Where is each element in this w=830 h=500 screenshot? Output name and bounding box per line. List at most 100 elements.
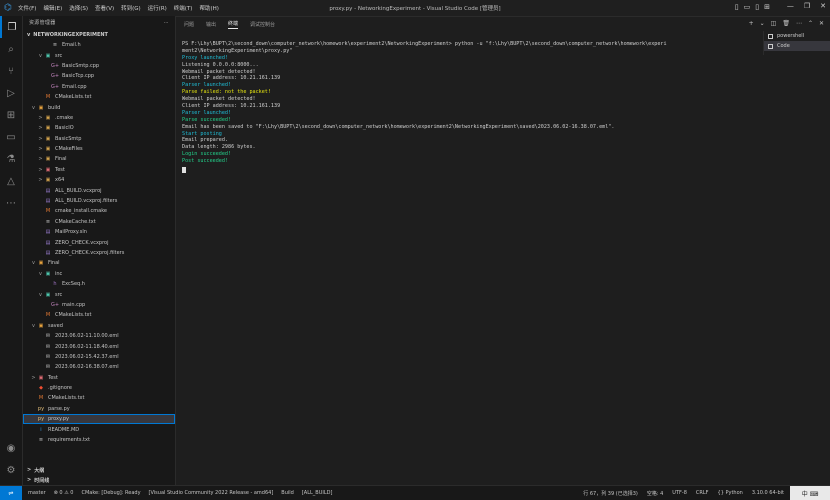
tree-item[interactable]: v ▣ Final <box>23 258 175 268</box>
tree-item[interactable]: ✉ 2023.06.02-16.38.07.eml <box>23 362 175 372</box>
tree-item[interactable]: > ▣ CMakeFiles <box>23 144 175 154</box>
tree-item[interactable]: ✉ 2023.06.02-11.10.00.eml <box>23 331 175 341</box>
tree-item[interactable]: ▤ ZERO_CHECK.vcxproj <box>23 237 175 247</box>
language-mode[interactable]: {} Python <box>718 490 743 497</box>
minimize-icon[interactable]: — <box>787 2 794 10</box>
manage-gear-icon[interactable]: ⚙ <box>0 459 22 481</box>
tree-item[interactable]: py proxy.py <box>23 414 175 425</box>
tree-item[interactable]: ≡ requirements.txt <box>23 435 175 445</box>
timeline-section[interactable]: > 时间线 <box>23 475 179 485</box>
terminal-output[interactable]: PS F:\Lhy\BUPT\2\second_down\computer_ne… <box>182 41 749 174</box>
remote-explorer-icon[interactable]: ▭ <box>0 126 22 148</box>
explorer-icon[interactable]: ❐ <box>0 16 22 38</box>
maximize-panel-icon[interactable]: ⌃ <box>808 20 813 27</box>
remote-indicator-icon[interactable]: ⇌ <box>0 486 22 500</box>
tree-item-label: main.cpp <box>62 301 86 308</box>
tree-item[interactable]: ▤ MailProxy.sln <box>23 227 175 237</box>
trash-icon[interactable]: 🗑 <box>782 20 790 27</box>
chevron-down-icon[interactable]: ⌄ <box>760 20 765 27</box>
tree-item[interactable]: v ▣ build <box>23 102 175 112</box>
tree-item[interactable]: > ▣ .cmake <box>23 113 175 123</box>
tree-item[interactable]: > ▣ Test <box>23 165 175 175</box>
line-ending[interactable]: CRLF <box>696 490 709 497</box>
encoding[interactable]: UTF-8 <box>672 490 687 497</box>
menu-terminal[interactable]: 终端(T) <box>174 4 193 12</box>
tab-terminal[interactable]: 终端 <box>228 20 239 29</box>
toggle-panel-icon[interactable]: ▭ <box>744 3 751 11</box>
menu-selection[interactable]: 选择(S) <box>69 4 88 12</box>
tree-item[interactable]: ▤ ZERO_CHECK.vcxproj.filters <box>23 248 175 258</box>
source-control-icon[interactable]: ⑂ <box>0 60 22 82</box>
menu-go[interactable]: 转到(G) <box>121 4 141 12</box>
testing-icon[interactable]: ⚗ <box>0 148 22 170</box>
close-panel-icon[interactable]: ✕ <box>819 20 824 27</box>
menu-view[interactable]: 查看(V) <box>95 4 114 12</box>
git-branch[interactable]: master <box>28 490 46 496</box>
cmake-icon[interactable]: △ <box>0 170 22 192</box>
tree-item[interactable]: > ▣ BasicSmtp <box>23 134 175 144</box>
tree-item[interactable]: v ▣ src <box>23 289 175 299</box>
terminal-item-code[interactable]: Code <box>764 41 830 51</box>
outline-section[interactable]: > 大纲 <box>23 465 179 475</box>
menu-help[interactable]: 帮助(H) <box>199 4 218 12</box>
tree-item[interactable]: G+ BasicSmtp.cpp <box>23 61 175 71</box>
terminal-item-powershell[interactable]: powershell <box>764 31 830 41</box>
tree-item[interactable]: G+ Email.cpp <box>23 82 175 92</box>
cmake-kit[interactable]: [Visual Studio Community 2022 Release - … <box>149 490 274 496</box>
cursor-position[interactable]: 行 67，列 39 (已选择3) <box>583 490 638 497</box>
extensions-icon[interactable]: ⊞ <box>0 104 22 126</box>
more-views-icon[interactable]: ⋯ <box>0 192 22 214</box>
tree-item[interactable]: > ▣ BasicIO <box>23 123 175 133</box>
tab-problems[interactable]: 问题 <box>184 21 194 28</box>
run-debug-icon[interactable]: ▷ <box>0 82 22 104</box>
tree-item[interactable]: ✉ 2023.06.02-11.18.40.eml <box>23 341 175 351</box>
more-actions-icon[interactable]: ⋯ <box>796 20 802 27</box>
tree-item[interactable]: M CMakeLists.txt <box>23 92 175 102</box>
ime-indicator[interactable]: 中 ⌨ <box>790 486 830 500</box>
tree-item[interactable]: ◆ .gitignore <box>23 383 175 393</box>
tree-item[interactable]: G+ BasicTcp.cpp <box>23 71 175 81</box>
toggle-sidebar-icon[interactable]: ▯ <box>735 3 739 11</box>
tree-item-label: .gitignore <box>48 385 72 392</box>
tree-item[interactable]: ▤ ALL_BUILD.vcxproj <box>23 185 175 195</box>
customize-layout-icon[interactable]: ⊞ <box>764 3 770 11</box>
tree-item[interactable]: > ▣ Test <box>23 373 175 383</box>
tree-item[interactable]: Mcmake_install.cmake <box>23 206 175 216</box>
problems-count[interactable]: ⊗ 0 ⚠ 0 <box>54 490 74 496</box>
tree-item[interactable]: G+ main.cpp <box>23 300 175 310</box>
menu-edit[interactable]: 编辑(E) <box>43 4 62 12</box>
restore-icon[interactable]: ❐ <box>804 2 810 10</box>
tree-item[interactable]: ≡ Email.h <box>23 40 175 50</box>
tree-item[interactable]: v ▣ saved <box>23 321 175 331</box>
close-icon[interactable]: ✕ <box>820 2 826 10</box>
build-target[interactable]: [ALL_BUILD] <box>302 490 333 496</box>
more-actions-icon[interactable]: ⋯ <box>164 20 169 26</box>
tab-output[interactable]: 输出 <box>206 21 216 28</box>
build-button[interactable]: Build <box>281 490 294 496</box>
cmake-status[interactable]: CMake: [Debug]: Ready <box>81 490 140 496</box>
search-icon[interactable]: ⌕ <box>0 38 22 60</box>
tree-item-label: build <box>48 104 61 111</box>
tree-item[interactable]: M CMakeLists.txt <box>23 310 175 320</box>
tree-item[interactable]: M CMakeLists.txt <box>23 393 175 403</box>
tree-item[interactable]: ▤ ALL_BUILD.vcxproj.filters <box>23 196 175 206</box>
menu-file[interactable]: 文件(F) <box>18 4 36 12</box>
tab-debug-console[interactable]: 调试控制台 <box>250 21 275 28</box>
tree-item[interactable]: ≡ CMakeCache.txt <box>23 217 175 227</box>
toggle-secondary-sidebar-icon[interactable]: ▯ <box>755 3 759 11</box>
tree-item[interactable]: ✉ 2023.06.02-15.42.37.eml <box>23 352 175 362</box>
new-terminal-icon[interactable]: + <box>749 20 754 27</box>
tree-item[interactable]: > ▣ Final <box>23 154 175 164</box>
tree-item[interactable]: v ▣ src <box>23 50 175 60</box>
python-interpreter[interactable]: 3.10.0 64-bit <box>752 490 784 497</box>
menu-run[interactable]: 运行(R) <box>148 4 167 12</box>
tree-item[interactable]: v ▣ inc <box>23 269 175 279</box>
split-terminal-icon[interactable]: ◫ <box>771 20 777 27</box>
tree-item[interactable]: py parse.py <box>23 404 175 414</box>
indentation[interactable]: 空格: 4 <box>647 490 663 497</box>
accounts-icon[interactable]: ◉ <box>0 437 22 459</box>
tree-item[interactable]: > ▣ x64 <box>23 175 175 185</box>
tree-item[interactable]: h ExcSeq.h <box>23 279 175 289</box>
tree-item[interactable]: i README.MD <box>23 424 175 434</box>
workspace-section[interactable]: v NETWORKINGEXPERIMENT <box>23 29 175 40</box>
